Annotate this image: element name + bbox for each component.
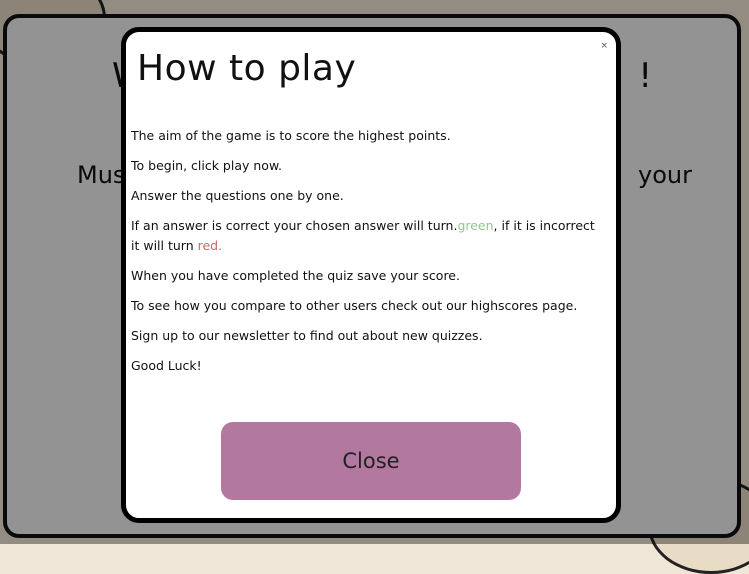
instruction-highscores: To see how you compare to other users ch… xyxy=(131,298,578,313)
instruction-aim: The aim of the game is to score the high… xyxy=(131,128,451,143)
red-word: red. xyxy=(197,238,223,253)
close-icon[interactable]: × xyxy=(600,42,608,51)
modal-title: How to play xyxy=(137,48,357,89)
instruction-begin: To begin, click play now. xyxy=(131,158,282,173)
green-word: green xyxy=(457,218,494,233)
instruction-save: When you have completed the quiz save yo… xyxy=(131,268,460,283)
instruction-good-luck: Good Luck! xyxy=(131,358,202,373)
how-to-play-modal: × How to play The aim of the game is to … xyxy=(121,27,621,523)
instruction-correct-incorrect: If an answer is correct your chosen answ… xyxy=(131,216,606,256)
instruction-newsletter: Sign up to our newsletter to find out ab… xyxy=(131,328,483,343)
instructions: The aim of the game is to score the high… xyxy=(131,126,606,386)
instruction-answer: Answer the questions one by one. xyxy=(131,188,344,203)
close-button[interactable]: Close xyxy=(221,422,521,500)
answer-text-before: If an answer is correct your chosen answ… xyxy=(131,218,458,233)
